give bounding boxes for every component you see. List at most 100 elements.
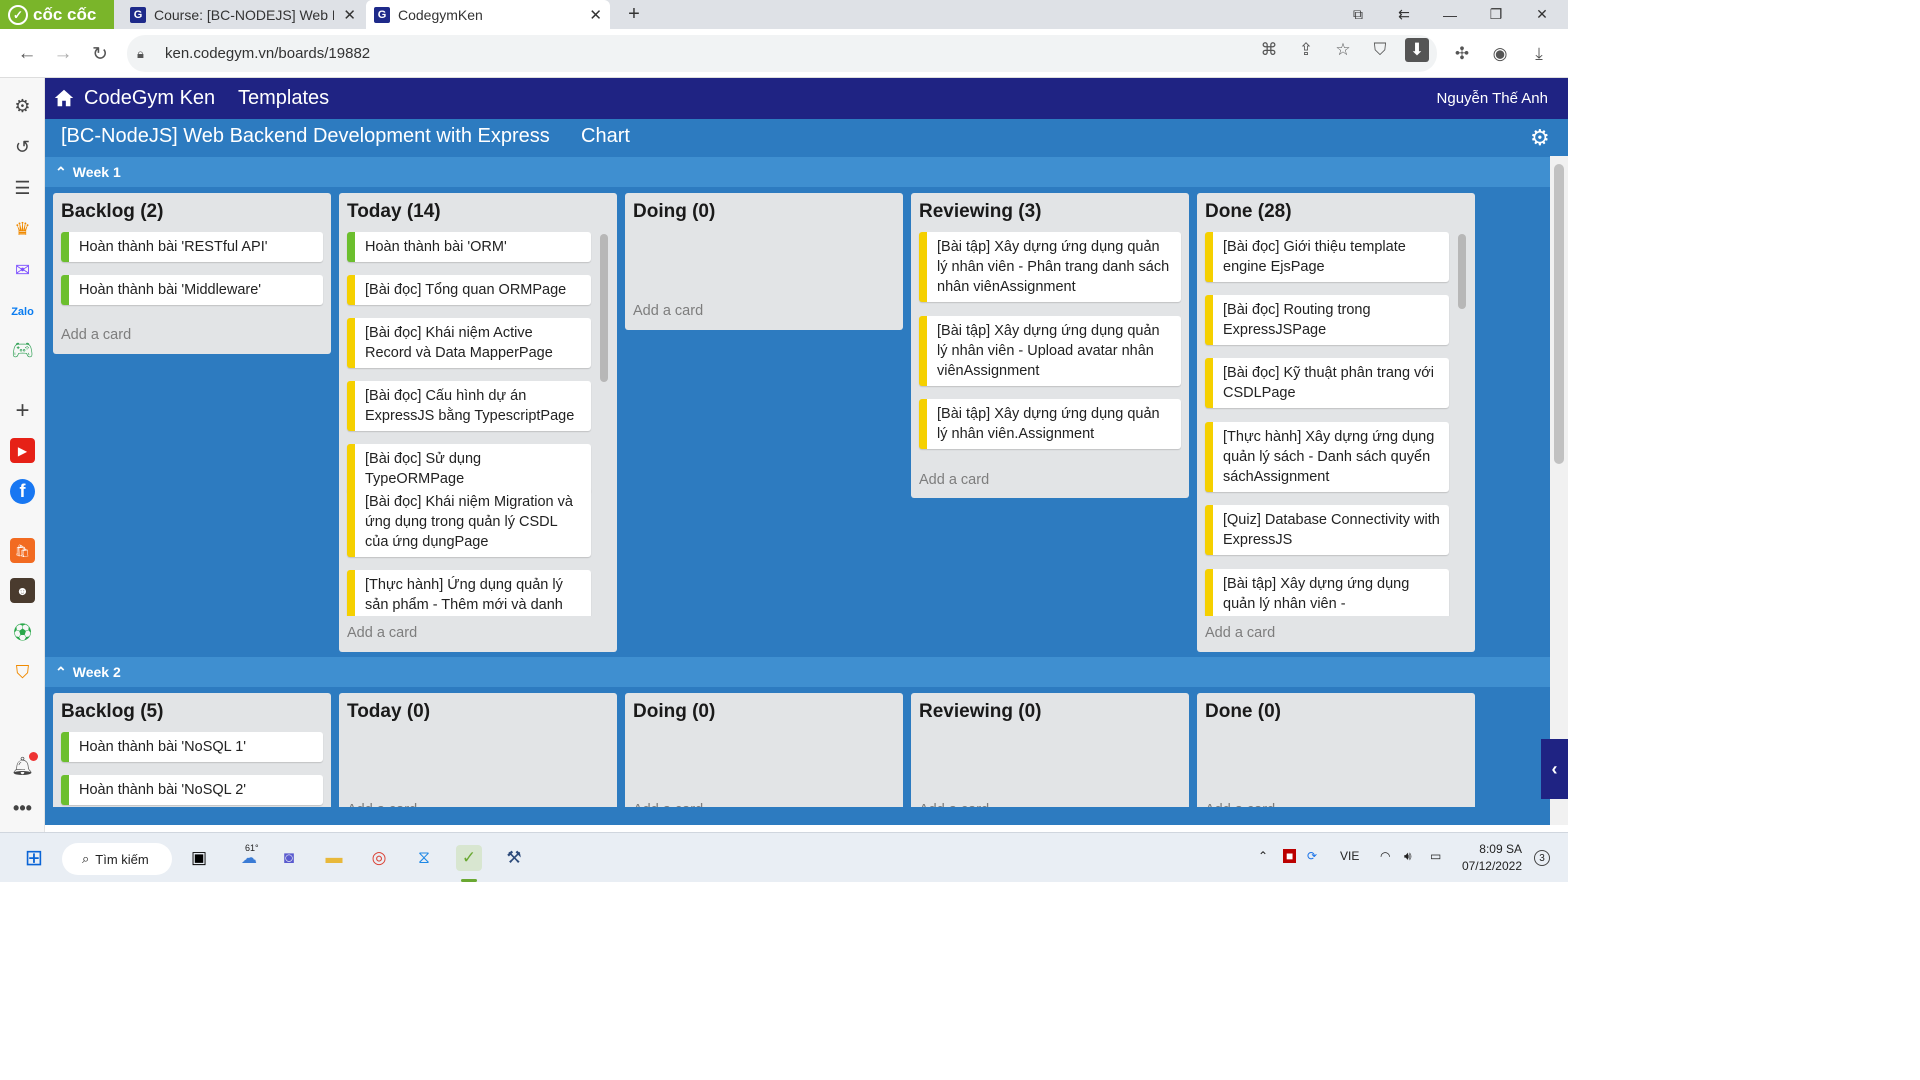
collapse-chevron-icon[interactable]: ⌃ bbox=[55, 664, 67, 681]
notification-count-badge[interactable]: 3 bbox=[1534, 850, 1550, 866]
soccer-ball-icon[interactable]: ⚽︎ bbox=[10, 619, 35, 644]
maximize-button[interactable]: ❐ bbox=[1474, 0, 1518, 29]
card[interactable]: [Thực hành] Xây dựng ứng dụng quản lý sá… bbox=[1205, 422, 1449, 492]
address-bar[interactable]: 🔒︎ ken.codegym.vn/boards/19882 bbox=[127, 35, 1437, 72]
board-settings-gear-icon[interactable]: ⚙ bbox=[1530, 125, 1552, 150]
forward-button[interactable]: → bbox=[50, 41, 76, 67]
url-text[interactable]: ken.codegym.vn/boards/19882 bbox=[165, 45, 370, 62]
card[interactable]: Hoàn thành bài 'ORM' bbox=[347, 232, 591, 262]
card[interactable]: [Bài đọc] Giới thiệu template engine Ejs… bbox=[1205, 232, 1449, 282]
list-title[interactable]: Today (0) bbox=[347, 701, 430, 723]
tray-app-icon[interactable]: ■ bbox=[1283, 849, 1297, 863]
lock-icon[interactable]: 🔒︎ bbox=[137, 46, 157, 62]
add-sidebar-app-icon[interactable]: + bbox=[10, 397, 35, 424]
history-icon[interactable]: ↺ bbox=[10, 135, 35, 160]
teams-chat-icon[interactable]: ◙ bbox=[276, 845, 302, 871]
wifi-icon[interactable]: ◠ bbox=[1380, 849, 1390, 863]
windows-start-icon[interactable]: ⊞ bbox=[21, 845, 47, 871]
translate-icon[interactable]: ⌘ bbox=[1257, 38, 1281, 62]
add-card-button[interactable]: Add a card bbox=[61, 327, 131, 343]
close-tab-icon[interactable]: ✕ bbox=[343, 6, 356, 24]
card[interactable]: Hoàn thành bài 'RESTful API' bbox=[61, 232, 323, 262]
vscode-icon[interactable]: ⧖ bbox=[411, 845, 437, 871]
card[interactable]: [Thực hành] Ứng dụng quản lý sản phẩm - … bbox=[347, 570, 591, 616]
card[interactable]: Hoàn thành bài 'NoSQL 1' bbox=[61, 732, 323, 762]
add-card-button[interactable]: Add a card bbox=[633, 303, 703, 319]
card[interactable]: [Bài tập] Xây dựng ứng dụng quản lý nhân… bbox=[1205, 569, 1449, 616]
templates-link[interactable]: Templates bbox=[238, 87, 329, 110]
add-card-button[interactable]: Add a card bbox=[1205, 625, 1275, 641]
shopping-icon[interactable]: 🛍︎ bbox=[10, 538, 35, 563]
zalo-icon[interactable]: Zalo bbox=[10, 299, 35, 324]
share-icon[interactable]: ⇪ bbox=[1294, 38, 1318, 62]
card[interactable]: Hoàn thành bài 'Middleware' bbox=[61, 275, 323, 305]
chrome-icon[interactable]: ◎ bbox=[366, 845, 392, 871]
list-cards-scroll[interactable]: Hoàn thành bài 'ORM' [Bài đọc] Tổng quan… bbox=[339, 229, 617, 616]
back-forward-cache-icon[interactable]: ⇇ bbox=[1382, 0, 1426, 29]
store-icon[interactable]: ⛉ bbox=[10, 660, 35, 685]
show-hidden-icons-chevron-icon[interactable]: ⌃ bbox=[1258, 849, 1268, 863]
back-button[interactable]: ← bbox=[14, 41, 40, 67]
user-name-menu[interactable]: Nguyễn Thế Anh bbox=[1437, 90, 1548, 107]
list-title[interactable]: Today (14) bbox=[347, 201, 441, 223]
system-clock[interactable]: 8:09 SA 07/12/2022 bbox=[1462, 841, 1522, 875]
card[interactable]: [Bài tập] Xây dựng ứng dụng quản lý nhân… bbox=[919, 399, 1181, 449]
shield-icon[interactable]: ⛉ bbox=[1368, 38, 1392, 62]
more-icon[interactable]: ••• bbox=[10, 796, 35, 821]
card[interactable]: [Quiz] Database Connectivity with Expres… bbox=[1205, 505, 1449, 555]
sync-icon[interactable]: ⟳ bbox=[1307, 849, 1317, 863]
list-title[interactable]: Backlog (5) bbox=[61, 701, 163, 723]
chart-link[interactable]: Chart bbox=[581, 125, 630, 148]
download-video-icon[interactable]: ⬇ bbox=[1405, 38, 1429, 62]
list-cards-scroll[interactable]: [Bài đọc] Giới thiệu template engine Ejs… bbox=[1197, 229, 1475, 616]
tab-course[interactable]: G Course: [BC-NODEJS] Web B ✕ bbox=[122, 0, 364, 29]
collapse-chevron-icon[interactable]: ⌃ bbox=[55, 164, 67, 181]
side-panel-toggle-chevron-left-icon[interactable]: ‹ bbox=[1541, 739, 1568, 799]
file-explorer-icon[interactable]: ▬ bbox=[321, 845, 347, 871]
game-controller-icon[interactable]: 🎮︎ bbox=[10, 338, 35, 363]
database-tool-icon[interactable]: ⚒ bbox=[501, 845, 527, 871]
board-title[interactable]: [BC-NodeJS] Web Backend Development with… bbox=[61, 125, 550, 148]
battery-icon[interactable]: ▭ bbox=[1430, 849, 1441, 863]
input-language[interactable]: VIE bbox=[1340, 849, 1359, 863]
card[interactable]: [Bài đọc] Khái niệm Active Record và Dat… bbox=[347, 318, 591, 368]
page-scrollbar[interactable] bbox=[1550, 156, 1568, 825]
coccoc-menu-button[interactable]: ✓ cốc cốc bbox=[0, 0, 114, 29]
youtube-icon[interactable]: ▶ bbox=[10, 438, 35, 463]
list-title[interactable]: Reviewing (0) bbox=[919, 701, 1041, 723]
app-brand-link[interactable]: CodeGym Ken bbox=[84, 87, 215, 110]
list-title[interactable]: Doing (0) bbox=[633, 201, 715, 223]
home-icon[interactable] bbox=[53, 87, 75, 109]
list-scrollbar[interactable] bbox=[600, 234, 608, 382]
add-card-button[interactable]: Add a card bbox=[919, 472, 989, 488]
taskbar-search[interactable]: ⌕ Tìm kiếm bbox=[62, 843, 172, 875]
coccoc-taskbar-icon[interactable]: ✓ bbox=[456, 845, 482, 871]
page-scrollbar-thumb[interactable] bbox=[1554, 164, 1564, 464]
settings-icon[interactable]: ⚙ bbox=[10, 94, 35, 119]
card[interactable]: [Bài tập] Xây dựng ứng dụng quản lý nhân… bbox=[919, 316, 1181, 386]
list-title[interactable]: Done (28) bbox=[1205, 201, 1292, 223]
downloads-icon[interactable]: ⤓ bbox=[1527, 42, 1551, 66]
card[interactable]: [Bài đọc] Routing trong ExpressJSPage bbox=[1205, 295, 1449, 345]
card[interactable]: [Bài đọc] Kỹ thuật phân trang với CSDLPa… bbox=[1205, 358, 1449, 408]
facebook-icon[interactable]: f bbox=[10, 479, 35, 504]
reload-button[interactable]: ↻ bbox=[87, 41, 113, 67]
task-view-icon[interactable]: ▣ bbox=[186, 845, 212, 871]
list-title[interactable]: Reviewing (3) bbox=[919, 201, 1041, 223]
new-tab-button[interactable]: + bbox=[612, 0, 656, 29]
list-title[interactable]: Backlog (2) bbox=[61, 201, 163, 223]
profile-icon[interactable]: ◉ bbox=[1488, 42, 1512, 66]
card[interactable]: [Bài đọc] Cấu hình dự án ExpressJS bằng … bbox=[347, 381, 591, 431]
list-title[interactable]: Done (0) bbox=[1205, 701, 1281, 723]
volume-icon[interactable]: 🔊︎ bbox=[1404, 849, 1412, 864]
card[interactable]: [Bài đọc] Khái niệm Migration và ứng dụn… bbox=[347, 487, 591, 557]
week-1-header[interactable]: ⌃ Week 1 bbox=[45, 157, 1550, 187]
card[interactable]: Hoàn thành bài 'NoSQL 2' bbox=[61, 775, 323, 805]
list-scrollbar[interactable] bbox=[1458, 234, 1466, 309]
week-2-header[interactable]: ⌃ Week 2 bbox=[45, 657, 1550, 687]
crown-icon[interactable]: ♛ bbox=[10, 217, 35, 242]
list-title[interactable]: Doing (0) bbox=[633, 701, 715, 723]
messenger-icon[interactable]: ✉ bbox=[10, 258, 35, 283]
close-window-button[interactable]: ✕ bbox=[1520, 0, 1564, 29]
close-tab-icon[interactable]: ✕ bbox=[589, 6, 602, 24]
